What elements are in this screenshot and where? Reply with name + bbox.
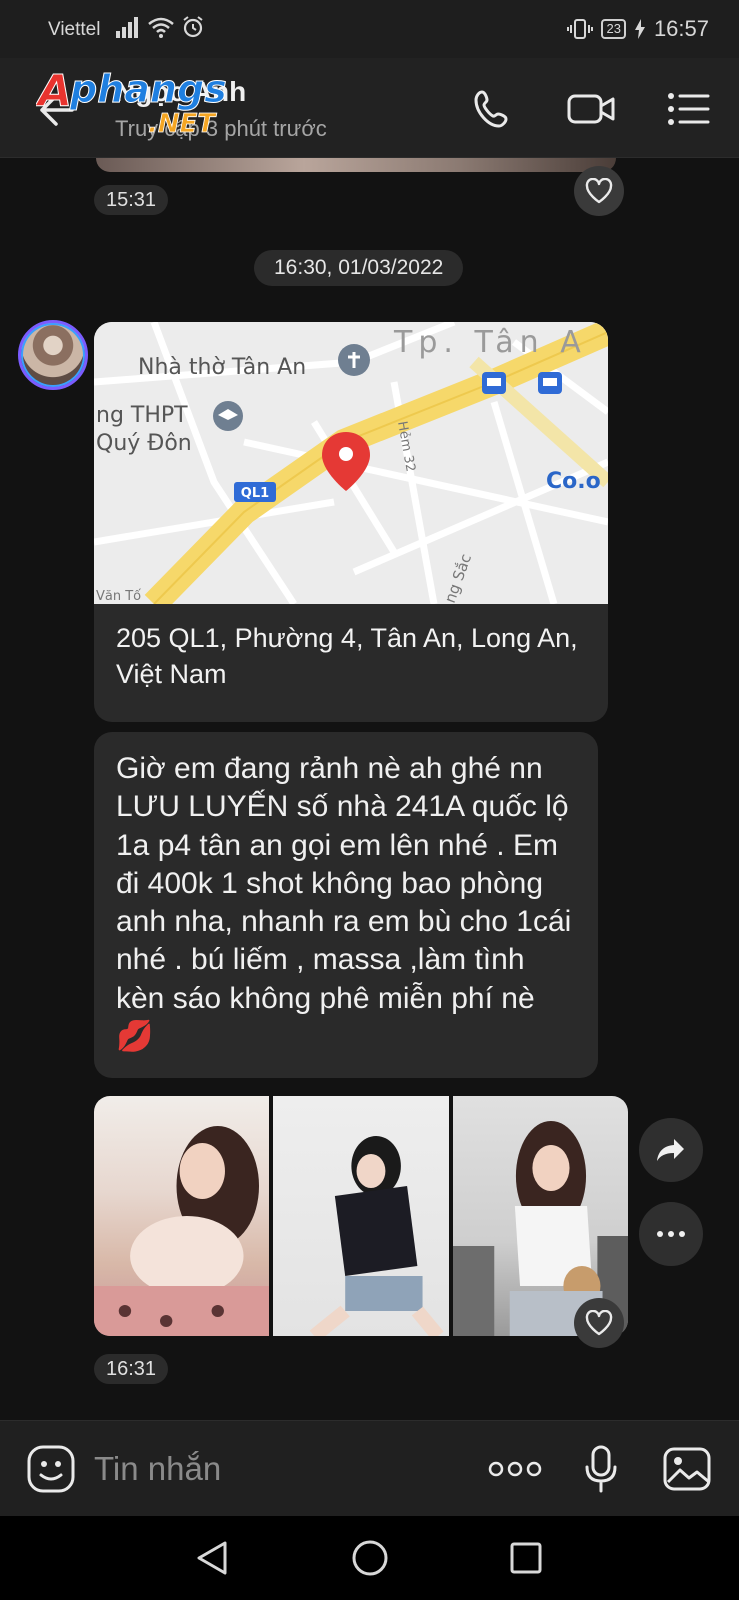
previous-photo[interactable]: [96, 158, 616, 172]
vibrate-icon: [567, 19, 594, 39]
forward-button[interactable]: [639, 1118, 703, 1182]
contact-status: Truy cập 3 phút trước: [115, 116, 327, 141]
nav-home-button[interactable]: [348, 1536, 392, 1580]
battery-level: 23: [601, 19, 626, 39]
sticker-icon[interactable]: [26, 1444, 76, 1494]
message-time: 16:31: [94, 1354, 169, 1384]
more-options-button[interactable]: [639, 1202, 703, 1266]
dots-icon: [488, 1461, 542, 1477]
heart-icon: [585, 178, 613, 204]
chat-area[interactable]: 15:31 16:30, 01/03/2022 QL1 Nhà thờ Tân: [0, 158, 739, 1420]
message-input[interactable]: [94, 1443, 454, 1495]
more-actions-button[interactable]: [488, 1444, 542, 1494]
image-icon: [663, 1447, 711, 1491]
clock: 16:57: [653, 16, 709, 41]
system-navigation-bar: [0, 1516, 739, 1600]
wifi-icon: [148, 17, 174, 38]
photo-1[interactable]: [94, 1096, 270, 1336]
map-label-corner: Co.o: [546, 469, 601, 494]
map-label-street-left: Văn Tố: [96, 589, 141, 604]
back-arrow-icon[interactable]: [30, 86, 78, 134]
triangle-back-icon: [197, 1541, 227, 1575]
alarm-icon: [183, 16, 203, 38]
avatar[interactable]: [18, 320, 88, 390]
location-address: 205 QL1, Phường 4, Tân An, Long An, Việt…: [116, 623, 578, 689]
status-bar: Viettel 23 16:57: [0, 0, 739, 58]
map-label-school-line2: Quý Đôn: [96, 431, 192, 456]
nav-recents-button[interactable]: [504, 1536, 548, 1580]
chat-header: Ngọc Anh Truy cập 3 phút trước A phangs …: [0, 58, 739, 158]
video-call-icon[interactable]: [566, 84, 616, 134]
microphone-icon: [585, 1445, 617, 1493]
gallery-button[interactable]: [660, 1444, 714, 1494]
phone-icon[interactable]: [468, 84, 518, 134]
text-message[interactable]: Giờ em đang rảnh nè ah ghé nn LƯU LUYẾN …: [94, 732, 598, 1078]
map-label-road: QL1: [241, 486, 269, 501]
location-message[interactable]: QL1 Nhà thờ Tân An Tp. Tân A ng THPT Quý…: [94, 322, 608, 722]
map-label-church: Nhà thờ Tân An: [138, 355, 306, 380]
circle-home-icon: [352, 1540, 388, 1576]
contact-name[interactable]: Ngọc Anh: [115, 76, 246, 108]
menu-icon[interactable]: [664, 84, 714, 134]
voice-button[interactable]: [574, 1444, 628, 1494]
like-button[interactable]: [574, 1298, 624, 1348]
signal-icon: [116, 17, 138, 38]
square-recents-icon: [510, 1542, 542, 1574]
charging-icon: [634, 19, 645, 39]
heart-icon: [585, 1310, 613, 1336]
map-label-school-line1: ng THPT: [96, 403, 188, 428]
like-button[interactable]: [574, 166, 624, 216]
share-arrow-icon: [657, 1139, 684, 1161]
nav-back-button[interactable]: [190, 1536, 234, 1580]
photo-2[interactable]: [273, 1096, 449, 1336]
map-preview[interactable]: QL1 Nhà thờ Tân An Tp. Tân A ng THPT Quý…: [94, 322, 608, 604]
carrier-name: Viettel: [48, 19, 101, 40]
more-dots-icon: [657, 1231, 685, 1237]
photo-group[interactable]: [94, 1096, 628, 1336]
date-divider: 16:30, 01/03/2022: [254, 250, 464, 286]
message-composer: [0, 1420, 739, 1516]
map-label-city: Tp. Tân A: [393, 325, 587, 360]
message-time: 15:31: [94, 185, 169, 215]
